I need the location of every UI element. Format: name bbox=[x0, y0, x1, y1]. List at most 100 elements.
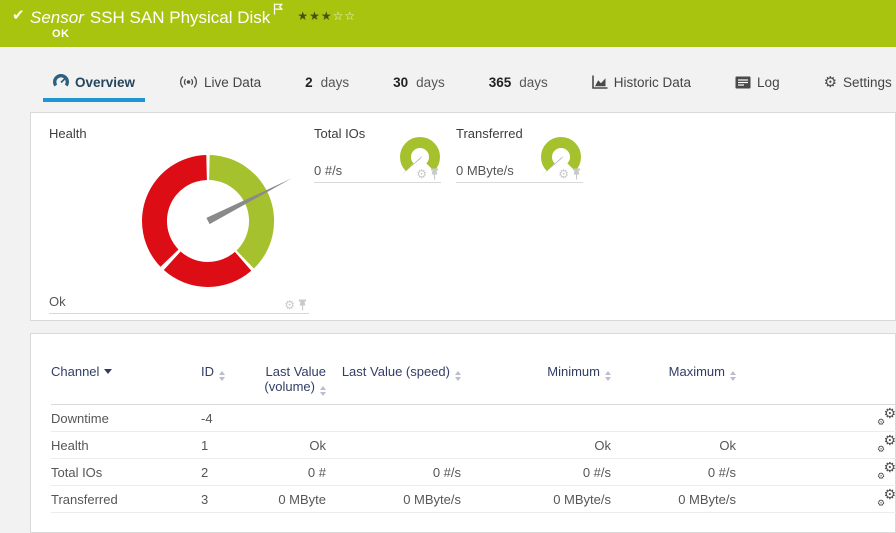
channel-minimum: 0 MByte/s bbox=[553, 491, 611, 507]
pin-icon[interactable] bbox=[572, 168, 581, 180]
status-ok-check-icon: ✔ bbox=[12, 7, 25, 24]
table-row[interactable]: Transferred 3 0 MByte 0 MByte/s 0 MByte/… bbox=[51, 486, 896, 513]
tab-bar: Overview Live Data 2 days 30 days 365 da… bbox=[0, 47, 896, 105]
tab-label: Log bbox=[757, 74, 780, 90]
flag-icon[interactable] bbox=[273, 3, 284, 15]
channel-settings-gears-icon[interactable] bbox=[877, 436, 896, 452]
column-header-channel[interactable]: Channel bbox=[51, 364, 201, 405]
column-header-actions bbox=[736, 364, 896, 405]
channel-last-value-volume bbox=[251, 405, 326, 432]
broadcast-icon bbox=[180, 76, 198, 88]
column-header-last-value-speed[interactable]: Last Value (speed) bbox=[326, 364, 461, 405]
tab-day-unit: days bbox=[416, 74, 445, 90]
gauge-settings-gear-icon[interactable] bbox=[416, 168, 427, 180]
gear-icon bbox=[824, 75, 837, 90]
channel-maximum: 0 MByte/s bbox=[678, 491, 736, 507]
channel-minimum bbox=[461, 405, 611, 432]
tab-overview[interactable]: Overview bbox=[43, 59, 146, 105]
health-gauge[interactable] bbox=[133, 146, 298, 296]
channel-id: -4 bbox=[201, 410, 213, 426]
total-ios-gauge-section: Total IOs 0 #/s bbox=[314, 126, 441, 183]
channel-last-value-volume: 0 MByte bbox=[278, 491, 326, 507]
tab-day-count: 2 bbox=[305, 74, 313, 90]
table-row[interactable]: Health 1 Ok Ok Ok bbox=[51, 432, 896, 459]
transferred-gauge-section: Transferred 0 MByte/s bbox=[456, 126, 583, 183]
tab-historic-data[interactable]: Historic Data bbox=[582, 59, 701, 105]
priority-stars[interactable]: ★★★☆☆ bbox=[297, 9, 356, 23]
sensor-status-badge: OK bbox=[52, 28, 70, 40]
channel-maximum bbox=[611, 405, 736, 432]
channel-settings-gears-icon[interactable] bbox=[877, 463, 896, 479]
channel-last-value-speed: 0 #/s bbox=[432, 464, 461, 480]
channel-last-value-volume: 0 # bbox=[307, 464, 326, 480]
column-header-id[interactable]: ID bbox=[201, 364, 251, 405]
channel-minimum: Ok bbox=[594, 437, 611, 453]
tab-label: Live Data bbox=[204, 74, 262, 90]
column-header-last-value-volume[interactable]: Last Value (volume) bbox=[251, 364, 326, 405]
channel-last-value-volume: Ok bbox=[309, 437, 326, 453]
tab-365-days[interactable]: 365 days bbox=[479, 59, 558, 105]
tab-label: Overview bbox=[75, 74, 136, 90]
channel-name[interactable]: Downtime bbox=[51, 405, 201, 432]
sort-icon bbox=[219, 371, 225, 381]
total-ios-gauge-label: Total IOs bbox=[314, 126, 366, 141]
tab-settings[interactable]: Settings bbox=[814, 59, 896, 105]
gauge-settings-gear-icon[interactable] bbox=[558, 168, 569, 180]
tab-label: Settings bbox=[843, 74, 892, 90]
overview-gauges-panel: Health Ok Total IOs 0 #/s bbox=[30, 112, 896, 321]
channel-settings-gears-icon[interactable] bbox=[877, 490, 896, 506]
channel-name[interactable]: Health bbox=[51, 432, 201, 459]
sort-icon bbox=[730, 371, 736, 381]
sort-icon bbox=[320, 386, 326, 396]
health-gauge-controls bbox=[284, 299, 307, 311]
priority-stars-filled: ★★★ bbox=[297, 9, 333, 23]
gauge-settings-gear-icon[interactable] bbox=[284, 299, 295, 311]
channel-last-value-speed: 0 MByte/s bbox=[403, 491, 461, 507]
tab-day-count: 30 bbox=[393, 74, 409, 90]
channel-id: 3 bbox=[201, 491, 209, 507]
channel-maximum: Ok bbox=[719, 437, 736, 453]
tab-day-count: 365 bbox=[488, 74, 512, 90]
table-row[interactable]: Total IOs 2 0 # 0 #/s 0 #/s 0 #/s bbox=[51, 459, 896, 486]
sensor-title: SSH SAN Physical Disk bbox=[89, 8, 271, 27]
channel-name[interactable]: Transferred bbox=[51, 486, 201, 513]
tab-2-days[interactable]: 2 days bbox=[295, 59, 359, 105]
channels-table: Channel ID Last Value (volume) Last Valu… bbox=[51, 364, 896, 513]
channel-last-value-speed bbox=[326, 432, 461, 459]
priority-stars-empty: ☆☆ bbox=[332, 9, 357, 23]
sort-icon bbox=[605, 371, 611, 381]
transferred-gauge-label: Transferred bbox=[456, 126, 523, 141]
sensor-header: ✔ Sensor SSH SAN Physical Disk ★★★☆☆ OK bbox=[0, 0, 896, 47]
channel-settings-gears-icon[interactable] bbox=[877, 409, 896, 425]
column-header-maximum[interactable]: Maximum bbox=[611, 364, 736, 405]
pin-icon[interactable] bbox=[298, 299, 307, 311]
total-ios-gauge-value: 0 #/s bbox=[314, 163, 343, 178]
tab-live-data[interactable]: Live Data bbox=[169, 59, 271, 105]
tab-log[interactable]: Log bbox=[725, 59, 790, 105]
table-row[interactable]: Downtime -4 bbox=[51, 405, 896, 432]
log-list-icon bbox=[735, 76, 751, 88]
total-ios-gauge-controls bbox=[416, 168, 439, 180]
transferred-gauge-value: 0 MByte/s bbox=[456, 163, 514, 178]
transferred-gauge-controls bbox=[558, 168, 581, 180]
area-chart-icon bbox=[591, 75, 608, 89]
channel-id: 2 bbox=[201, 464, 209, 480]
sensor-title-line: Sensor SSH SAN Physical Disk ★★★☆☆ bbox=[30, 3, 356, 28]
channel-minimum: 0 #/s bbox=[582, 464, 611, 480]
health-gauge-section: Health Ok bbox=[49, 126, 309, 314]
health-gauge-label: Health bbox=[49, 126, 87, 141]
pin-icon[interactable] bbox=[430, 168, 439, 180]
tab-30-days[interactable]: 30 days bbox=[383, 59, 455, 105]
channel-last-value-speed bbox=[326, 405, 461, 432]
sensor-type-label: Sensor bbox=[30, 8, 84, 27]
channel-id: 1 bbox=[201, 437, 209, 453]
tab-day-unit: days bbox=[519, 74, 548, 90]
channel-name[interactable]: Total IOs bbox=[51, 459, 201, 486]
tab-day-unit: days bbox=[320, 74, 350, 90]
sort-desc-icon bbox=[104, 369, 113, 374]
table-header-row: Channel ID Last Value (volume) Last Valu… bbox=[51, 364, 896, 405]
gauge-icon bbox=[53, 74, 69, 87]
sort-icon bbox=[455, 371, 461, 381]
channel-maximum: 0 #/s bbox=[707, 464, 736, 480]
column-header-minimum[interactable]: Minimum bbox=[461, 364, 611, 405]
